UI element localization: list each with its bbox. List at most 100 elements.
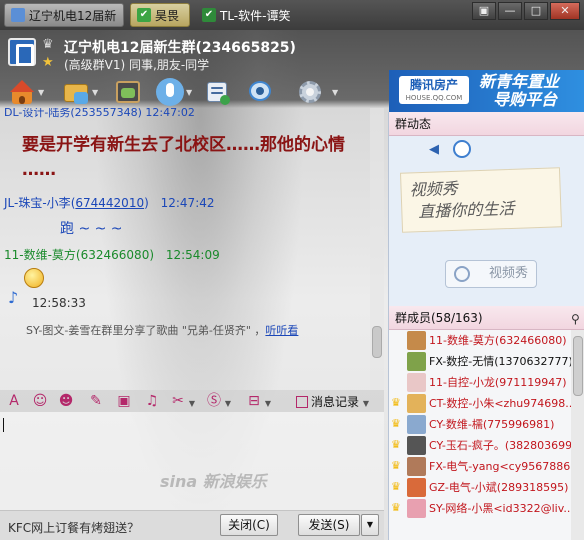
check-icon: ✔: [202, 8, 216, 22]
music-note-icon: ♪: [8, 288, 19, 307]
screenshot-icon[interactable]: ✂: [170, 393, 186, 409]
group-title: 辽宁机电12届新生群(234665825): [64, 40, 296, 56]
message-input[interactable]: [0, 412, 384, 510]
close-window-button[interactable]: ✕: [550, 2, 580, 20]
message-history-button[interactable]: 消息记录 ▼: [296, 393, 369, 410]
member-name: 11-数维-莫方(632466080): [429, 334, 567, 347]
member-name: FX-电气-yang<cy9567886...: [429, 460, 571, 473]
minimize-button[interactable]: —: [498, 2, 522, 20]
group-subtitle: (高级群V1) 同事,朋友-同学: [64, 58, 210, 72]
tab-bar: 辽宁机电12届新 ✔ 昊畏 ✔ TL-软件-谭笑 ▣ — □ ✕: [0, 0, 584, 30]
avatar: [407, 331, 426, 350]
image-icon[interactable]: ▣: [116, 393, 132, 409]
tab-group-chat[interactable]: 辽宁机电12届新: [4, 3, 124, 27]
notes-icon[interactable]: [204, 78, 232, 106]
fold-icon[interactable]: ⊟: [246, 393, 262, 409]
message-header: 11-数维-莫方(632466080) 12:54:09: [4, 246, 220, 263]
chevron-down-icon[interactable]: ▼: [38, 88, 44, 97]
picture-icon[interactable]: [114, 78, 142, 106]
member-scrollbar-thumb[interactable]: [573, 336, 583, 396]
member-name: 11-自控-小龙(971119947): [429, 376, 567, 389]
chevron-down-icon: ▼: [362, 399, 369, 408]
member-name: CY-玉石-疯子。(382803699): [429, 439, 571, 452]
crown-icon: ♛: [391, 480, 401, 493]
chevron-down-icon[interactable]: ▼: [332, 88, 338, 97]
home-icon[interactable]: [8, 78, 36, 106]
bottom-ad-link[interactable]: KFC网上订餐有烤翅送？: [8, 519, 139, 536]
group-activity-panel: ◀ 视频秀 直播你的生活 视频秀: [389, 136, 584, 306]
close-button[interactable]: 关闭(C): [220, 514, 278, 536]
check-icon: ✔: [137, 8, 151, 22]
crown-icon: ♛: [391, 438, 401, 451]
magic-face-icon[interactable]: ☻: [58, 393, 74, 409]
send-options-button[interactable]: ▼: [361, 514, 379, 536]
list-item[interactable]: ♛ CT-数控-小朱<zhu974698...: [389, 393, 571, 414]
ad-logo-text: 腾讯房产: [409, 78, 458, 92]
list-item[interactable]: 11-自控-小龙(971119947): [389, 372, 571, 393]
chevron-down-icon[interactable]: ▼: [224, 396, 232, 412]
group-tab-icon: [11, 8, 25, 22]
member-name: CT-数控-小朱<zhu974698...: [429, 397, 571, 410]
tab-contact-2[interactable]: ✔ TL-软件-谭笑: [196, 3, 306, 27]
share-notice: SY-图文-姜雪在群里分享了歌曲 "兄弟-任贤齐" ，听听看: [26, 322, 298, 338]
avatar: [407, 499, 426, 518]
input-toolbar: A ☺ ☻ ✎ ▣ ♫ ✂ ▼ Ⓢ ▼ ⊟ ▼ 消息记录 ▼: [0, 390, 384, 412]
window-controls: ▣ — □ ✕: [472, 2, 580, 20]
star-icon: ★: [42, 55, 54, 70]
speaker-icon[interactable]: ◀: [429, 142, 439, 157]
tab-contact-1[interactable]: ✔ 昊畏: [130, 3, 190, 27]
ad-slogan: 新青年置业 导购平台: [479, 73, 559, 109]
rename-icon[interactable]: Ⓢ: [206, 393, 222, 409]
member-name: CY-数维-檽(775996981): [429, 418, 555, 431]
video-show-button[interactable]: 视频秀: [445, 260, 537, 288]
member-name: SY-网络-小黑<id3322@liv...: [429, 502, 571, 515]
text-caret: [3, 418, 4, 432]
avatar: [407, 478, 426, 497]
chat-scrollbar-thumb[interactable]: [372, 326, 382, 358]
list-item[interactable]: ♛ CY-数维-檽(775996981): [389, 414, 571, 435]
font-icon[interactable]: A: [6, 393, 22, 409]
webcam-icon[interactable]: [246, 78, 274, 106]
member-scrollbar[interactable]: [571, 330, 584, 540]
send-button[interactable]: 发送(S): [298, 514, 360, 536]
list-item[interactable]: ♛ FX-电气-yang<cy9567886...: [389, 456, 571, 477]
video-show-note: 视频秀 直播你的生活: [400, 167, 562, 233]
edit-icon[interactable]: ✎: [88, 393, 104, 409]
chevron-down-icon[interactable]: ▼: [92, 88, 98, 97]
emoticon-icon[interactable]: ☺: [32, 393, 48, 409]
video-show-icon[interactable]: [453, 140, 471, 158]
camera-icon: [454, 266, 470, 282]
sender-id-link[interactable]: 674442010: [75, 196, 144, 210]
chat-scrollbar[interactable]: [370, 108, 384, 390]
maximize-button[interactable]: □: [524, 2, 548, 20]
crown-icon: ♛: [391, 459, 401, 472]
list-item[interactable]: ♛ GZ-电气-小斌(289318595): [389, 477, 571, 498]
message-time: 12:54:09: [165, 248, 220, 262]
chat-history: DL-设计-陆务(253557348) 12:47:02 要是开学有新生去了北校…: [0, 108, 384, 390]
group-avatar[interactable]: [8, 38, 36, 66]
list-item[interactable]: ♛ CY-玉石-疯子。(382803699): [389, 435, 571, 456]
chevron-down-icon[interactable]: ▼: [264, 396, 272, 412]
search-icon[interactable]: ⚲: [571, 312, 580, 326]
sender-name[interactable]: 11-数维-莫方(632466080): [4, 248, 154, 262]
listen-link[interactable]: 听听看: [265, 324, 298, 337]
gear-icon[interactable]: [296, 78, 324, 106]
list-item[interactable]: ♛ SY-网络-小黑<id3322@liv...: [389, 498, 571, 519]
chevron-down-icon[interactable]: ▼: [186, 88, 192, 97]
list-item[interactable]: FX-数控-无情(1370632777): [389, 351, 571, 372]
avatar: [407, 415, 426, 434]
tab-label: 辽宁机电12届新: [29, 8, 117, 23]
avatar: [407, 457, 426, 476]
folder-icon[interactable]: [62, 78, 90, 106]
avatar: [407, 436, 426, 455]
menu-button[interactable]: ▣: [472, 2, 496, 20]
crown-icon: ♛: [391, 396, 401, 409]
ad-line-1: 新青年置业: [479, 72, 560, 91]
sender-name[interactable]: JL-珠宝-小李: [4, 196, 71, 210]
music-icon[interactable]: ♫: [144, 393, 160, 409]
share-text: SY-图文-姜雪在群里分享了歌曲 "兄弟-任贤齐" ，: [26, 324, 266, 337]
chevron-down-icon[interactable]: ▼: [188, 396, 196, 412]
ad-banner[interactable]: 腾讯房产 HOUSE.QQ.COM 新青年置业 导购平台: [389, 70, 584, 112]
list-item[interactable]: 11-数维-莫方(632466080): [389, 330, 571, 351]
microphone-icon[interactable]: [156, 78, 184, 106]
